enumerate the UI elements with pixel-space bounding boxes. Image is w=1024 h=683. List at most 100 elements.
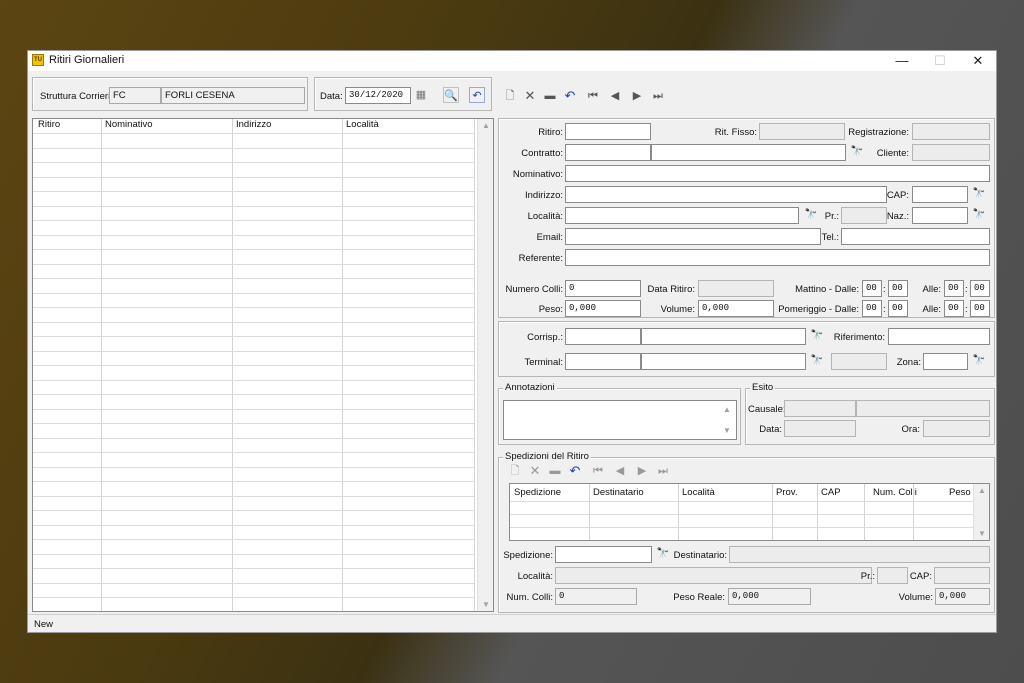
scroll-up-icon[interactable]: ▲ [478, 121, 493, 130]
naz-label: Naz.: [886, 211, 909, 222]
spedizioni-new-button[interactable]: 🗋 [507, 463, 523, 479]
cap-lookup-button[interactable]: 🔭 [971, 186, 987, 202]
spedizioni-last-button[interactable]: ⏭ [655, 463, 671, 479]
delete-button[interactable]: ✕ [522, 88, 538, 104]
peso-field[interactable]: 0,000 [565, 300, 641, 317]
cap-field[interactable] [912, 186, 968, 203]
spedizione-field[interactable] [555, 546, 652, 563]
undo-button[interactable]: ↶ [562, 88, 578, 104]
grid-column-divider [864, 484, 865, 540]
spedizioni-undo-button[interactable]: ↶ [567, 463, 583, 479]
corrisp-lookup-button[interactable]: 🔭 [809, 328, 825, 344]
column-header-nominativo[interactable]: Nominativo [103, 119, 153, 130]
mattino-dalle-hour[interactable]: 00 [862, 280, 882, 297]
terminal-lookup-button[interactable]: 🔭 [809, 353, 825, 369]
pomeriggio-alle-minute[interactable]: 00 [970, 300, 990, 317]
grid-row-divider [33, 249, 474, 250]
indirizzo-field[interactable] [565, 186, 887, 203]
prev-record-button[interactable]: ◀ [607, 88, 623, 104]
spedizioni-save-button[interactable]: ▬ [547, 463, 563, 479]
scroll-down-icon[interactable]: ▼ [719, 423, 735, 438]
column-header-spedizione[interactable]: Spedizione [512, 487, 561, 498]
save-button[interactable]: ▬ [542, 88, 558, 104]
naz-field[interactable] [912, 207, 968, 224]
annotazioni-group: Annotazioni ▲ ▼ [498, 382, 741, 445]
next-icon: ▶ [632, 90, 642, 102]
annotazioni-textarea[interactable]: ▲ ▼ [503, 400, 737, 440]
column-header-localita[interactable]: Località [680, 487, 715, 498]
struttura-name-field[interactable]: FORLI CESENA [161, 87, 305, 104]
data-field[interactable]: 30/12/2020 [345, 87, 411, 104]
terminal-code-field[interactable] [565, 353, 641, 370]
email-field[interactable] [565, 228, 821, 245]
grid-row-divider [33, 307, 474, 308]
column-header-num-colli[interactable]: Num. Colli [871, 487, 917, 498]
grid-row-divider [33, 394, 474, 395]
corrisp-code-field[interactable] [565, 328, 641, 345]
contratto-code-field[interactable] [565, 144, 651, 161]
sped-cap-label: CAP: [909, 571, 932, 582]
tel-field[interactable] [841, 228, 990, 245]
localita-field[interactable] [565, 207, 799, 224]
spedizioni-delete-button[interactable]: ✕ [527, 463, 543, 479]
mattino-alle-minute[interactable]: 00 [970, 280, 990, 297]
registrazione-field [912, 123, 990, 140]
volume-field[interactable]: 0,000 [698, 300, 774, 317]
corrisp-desc-field[interactable] [641, 328, 806, 345]
pomeriggio-alle-hour[interactable]: 00 [944, 300, 964, 317]
num-colli-label: Num. Colli: [506, 592, 553, 603]
scroll-up-icon[interactable]: ▲ [719, 402, 735, 417]
scroll-up-icon[interactable]: ▲ [974, 486, 989, 495]
zona-field[interactable] [923, 353, 968, 370]
pomeriggio-alle-label: Alle: [922, 304, 941, 315]
spedizioni-next-button[interactable]: ▶ [634, 463, 650, 479]
grid-row-divider [33, 278, 474, 279]
column-header-cap[interactable]: CAP [819, 487, 841, 498]
referente-field[interactable] [565, 249, 990, 266]
column-header-destinatario[interactable]: Destinatario [591, 487, 644, 498]
last-record-button[interactable]: ⏭ [650, 88, 666, 104]
ritiro-field[interactable] [565, 123, 651, 140]
status-bar: New [28, 614, 996, 632]
column-header-localita[interactable]: Località [344, 119, 379, 130]
struttura-code-field[interactable]: FC [109, 87, 161, 104]
spedizioni-prev-button[interactable]: ◀ [612, 463, 628, 479]
next-record-button[interactable]: ▶ [629, 88, 645, 104]
volume-label: Volume: [660, 304, 695, 315]
ritiri-grid[interactable]: Ritiro Nominativo Indirizzo Località ▲ ▼ [32, 118, 494, 612]
ritiri-grid-scrollbar[interactable]: ▲ ▼ [477, 119, 493, 611]
column-header-peso[interactable]: Peso [947, 487, 971, 498]
undo-icon: ↶ [564, 88, 576, 103]
column-header-ritiro[interactable]: Ritiro [36, 119, 60, 130]
mattino-dalle-minute[interactable]: 00 [888, 280, 908, 297]
spedizioni-grid-scrollbar[interactable]: ▲ ▼ [973, 484, 989, 540]
terminal-desc-field[interactable] [641, 353, 806, 370]
first-record-button[interactable]: ⏮ [585, 88, 601, 104]
sped-localita-label: Località: [517, 571, 553, 582]
spedizioni-grid[interactable]: Spedizione Destinatario Località Prov. C… [509, 483, 990, 541]
scroll-down-icon[interactable]: ▼ [478, 600, 493, 609]
scroll-down-icon[interactable]: ▼ [974, 529, 989, 538]
pomeriggio-dalle-hour[interactable]: 00 [862, 300, 882, 317]
naz-lookup-button[interactable]: 🔭 [971, 207, 987, 223]
maximize-button[interactable]: ☐ [921, 51, 959, 71]
mattino-alle-hour[interactable]: 00 [944, 280, 964, 297]
close-button[interactable]: ✕ [959, 51, 997, 71]
refresh-button[interactable]: ↶ [469, 87, 485, 103]
column-header-indirizzo[interactable]: Indirizzo [234, 119, 271, 130]
search-button[interactable]: 🔍 [443, 87, 459, 103]
sped-localita-field [555, 567, 872, 584]
contratto-desc-field[interactable] [651, 144, 846, 161]
calendar-icon[interactable]: ▦ [413, 87, 429, 103]
pomeriggio-label: Pomeriggio - Dalle: [778, 304, 859, 315]
pomeriggio-dalle-minute[interactable]: 00 [888, 300, 908, 317]
column-header-prov[interactable]: Prov. [774, 487, 797, 498]
zona-lookup-button[interactable]: 🔭 [971, 353, 987, 369]
new-button[interactable]: 🗋 [502, 88, 518, 104]
nominativo-field[interactable] [565, 165, 990, 182]
spedizioni-first-button[interactable]: ⏮ [590, 463, 606, 479]
numero-colli-field[interactable]: 0 [565, 280, 641, 297]
riferimento-field[interactable] [888, 328, 990, 345]
window-title: Ritiri Giornalieri [49, 54, 125, 66]
minimize-button[interactable]: — [883, 51, 921, 71]
